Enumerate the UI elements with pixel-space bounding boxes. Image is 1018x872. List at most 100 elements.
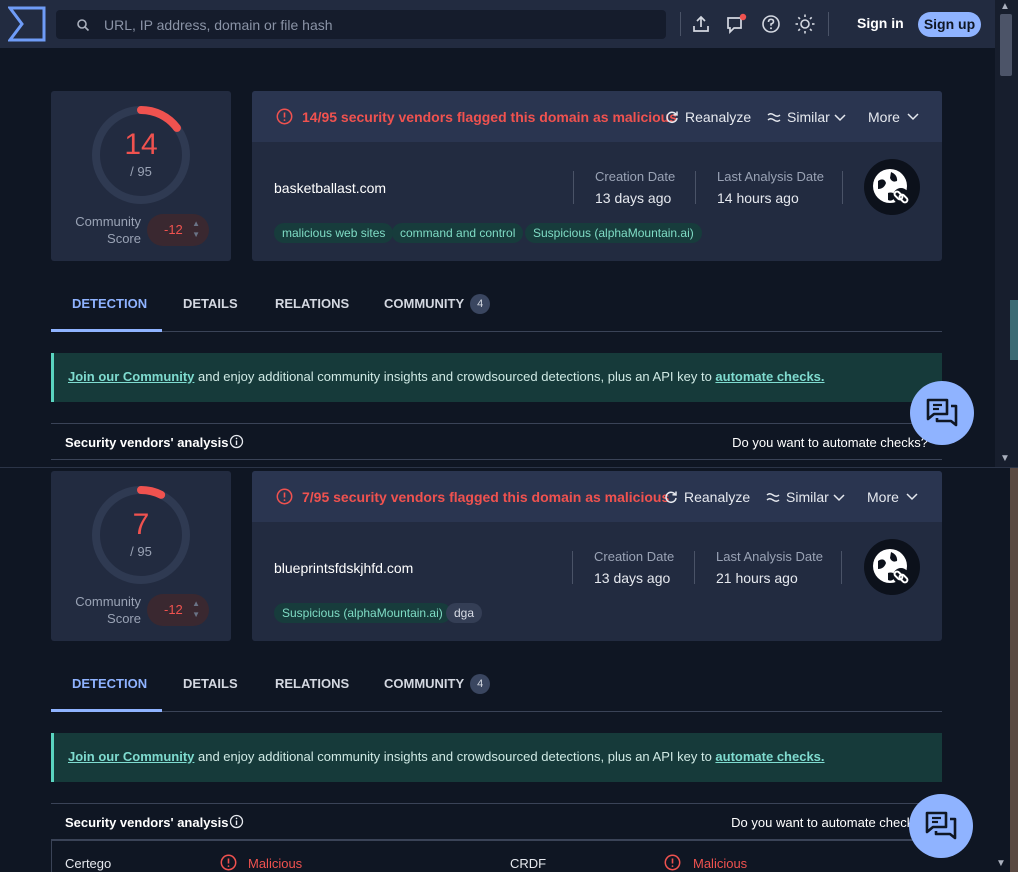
- detection-score: 7: [132, 508, 150, 541]
- creation-date-label: Creation Date: [594, 549, 675, 564]
- tab-relations[interactable]: RELATIONS: [275, 670, 349, 712]
- automate-checks-link[interactable]: automate checks.: [715, 749, 824, 764]
- last-analysis-value: 14 hours ago: [717, 190, 799, 206]
- community-score-label: Community Score: [75, 214, 141, 246]
- globe-link-icon: [873, 169, 909, 204]
- community-score-value[interactable]: -12 ▲ ▼: [147, 594, 209, 626]
- alert-circle-icon: [276, 108, 293, 125]
- automate-checks-link[interactable]: automate checks.: [715, 369, 824, 384]
- detection-summary-text: 7/95 security vendors flagged this domai…: [302, 489, 670, 505]
- vote-arrows-icon[interactable]: ▲ ▼: [192, 218, 200, 240]
- chevron-down-icon[interactable]: [906, 110, 920, 124]
- vendor-name: Certego: [65, 856, 112, 871]
- theme-sun-icon[interactable]: [794, 13, 816, 35]
- chat-notification-icon[interactable]: [725, 13, 747, 35]
- tag[interactable]: Suspicious (alphaMountain.ai): [525, 223, 702, 243]
- reanalyze-button[interactable]: Reanalyze: [685, 109, 751, 125]
- similar-button[interactable]: Similar: [786, 489, 829, 505]
- security-vendors-header: Security vendors' analysis Do you want t…: [51, 803, 942, 840]
- more-button[interactable]: More: [867, 489, 899, 505]
- search-box[interactable]: [56, 10, 666, 39]
- divider: [695, 171, 696, 204]
- upload-icon[interactable]: [690, 13, 712, 35]
- community-count-badge: 4: [470, 674, 491, 694]
- analysis-tabs: DETECTION DETAILS RELATIONS COMMUNITY 4: [51, 290, 942, 332]
- virustotal-logo[interactable]: [8, 6, 46, 42]
- detection-summary-bar: 14/95 security vendors flagged this doma…: [252, 91, 942, 142]
- automate-checks-question[interactable]: Do you want to automate checks?: [731, 815, 927, 830]
- chat-bubbles-icon: [926, 398, 958, 427]
- info-icon[interactable]: [229, 434, 244, 449]
- pane-bottom: 7 / 95 Community Score -12 ▲ ▼ 7/95 securi…: [0, 467, 1018, 872]
- tab-detection[interactable]: DETECTION: [72, 290, 147, 332]
- community-banner-text: Join our Community and enjoy additional …: [68, 749, 825, 764]
- chevron-down-icon[interactable]: [832, 490, 846, 504]
- chat-support-button[interactable]: [910, 381, 974, 445]
- globe-link-icon: [873, 549, 909, 584]
- automate-checks-question[interactable]: Do you want to automate checks?: [732, 435, 928, 450]
- active-tab-indicator: [51, 329, 162, 332]
- join-community-link[interactable]: Join our Community: [68, 749, 194, 764]
- sign-up-button[interactable]: Sign up: [918, 12, 981, 37]
- table-row: Certego Malicious CRDF Malicious: [51, 840, 942, 872]
- domain-type-icon: [864, 539, 920, 595]
- vendor-name: CRDF: [510, 856, 547, 871]
- scroll-up-arrow[interactable]: ▲: [1000, 1, 1010, 12]
- tag[interactable]: Suspicious (alphaMountain.ai): [274, 603, 451, 623]
- chat-support-button[interactable]: [909, 794, 973, 858]
- detection-summary-text: 14/95 security vendors flagged this doma…: [302, 109, 678, 125]
- tab-community[interactable]: COMMUNITY 4: [384, 290, 491, 332]
- community-banner-text: Join our Community and enjoy additional …: [68, 369, 825, 384]
- domain-name: blueprintsfdskjhfd.com: [274, 560, 414, 576]
- reanalyze-icon[interactable]: [665, 110, 679, 124]
- detection-summary-bar: 7/95 security vendors flagged this domai…: [252, 471, 942, 522]
- chevron-down-icon[interactable]: [833, 110, 847, 124]
- similar-button[interactable]: Similar: [787, 109, 830, 125]
- tab-detection[interactable]: DETECTION: [72, 670, 147, 712]
- alert-circle-icon: [664, 854, 681, 871]
- tag[interactable]: dga: [446, 603, 483, 623]
- detection-total: / 95: [130, 164, 152, 179]
- sign-in-link[interactable]: Sign in: [857, 15, 904, 31]
- join-community-link[interactable]: Join our Community: [68, 369, 194, 384]
- scrollbar[interactable]: ▲ ▼: [995, 0, 1018, 467]
- help-icon[interactable]: [760, 13, 782, 35]
- header-divider: [828, 12, 829, 36]
- domain-info-card: 7/95 security vendors flagged this domai…: [252, 471, 942, 641]
- vote-arrows-icon[interactable]: ▲ ▼: [192, 598, 200, 620]
- info-icon[interactable]: [229, 814, 244, 829]
- last-analysis-label: Last Analysis Date: [717, 169, 824, 184]
- reanalyze-icon[interactable]: [664, 490, 678, 504]
- divider: [573, 171, 574, 204]
- vendor-result: Malicious: [693, 856, 748, 871]
- divider: [842, 171, 843, 204]
- scroll-down-arrow[interactable]: ▼: [996, 858, 1006, 869]
- creation-date-value: 13 days ago: [595, 190, 672, 206]
- domain-info-card: 14/95 security vendors flagged this doma…: [252, 91, 942, 261]
- scroll-down-arrow[interactable]: ▼: [1000, 453, 1010, 464]
- tab-details[interactable]: DETAILS: [183, 670, 238, 712]
- detection-score-card: 14 / 95 Community Score -12 ▲ ▼: [51, 91, 231, 261]
- tab-relations[interactable]: RELATIONS: [275, 290, 349, 332]
- community-banner: Join our Community and enjoy additional …: [51, 353, 942, 402]
- search-icon: [77, 19, 90, 32]
- community-banner: Join our Community and enjoy additional …: [51, 733, 942, 782]
- last-analysis-value: 21 hours ago: [716, 570, 798, 586]
- top-navigation-bar: Sign in Sign up: [0, 0, 995, 48]
- similar-icon[interactable]: [766, 490, 780, 504]
- detection-score: 14: [124, 128, 158, 161]
- reanalyze-button[interactable]: Reanalyze: [684, 489, 750, 505]
- domain-type-icon: [864, 159, 920, 215]
- chevron-down-icon[interactable]: [905, 490, 919, 504]
- tab-details[interactable]: DETAILS: [183, 290, 238, 332]
- tag[interactable]: command and control: [392, 223, 524, 243]
- similar-icon[interactable]: [767, 110, 781, 124]
- tag[interactable]: malicious web sites: [274, 223, 394, 243]
- background-window-strip: [1010, 300, 1018, 360]
- search-input[interactable]: [104, 10, 654, 39]
- community-score-value[interactable]: -12 ▲ ▼: [147, 214, 209, 246]
- more-button[interactable]: More: [868, 109, 900, 125]
- analysis-tabs: DETECTION DETAILS RELATIONS COMMUNITY 4: [51, 670, 942, 712]
- scrollbar-thumb[interactable]: [1000, 14, 1012, 76]
- tab-community[interactable]: COMMUNITY 4: [384, 670, 491, 712]
